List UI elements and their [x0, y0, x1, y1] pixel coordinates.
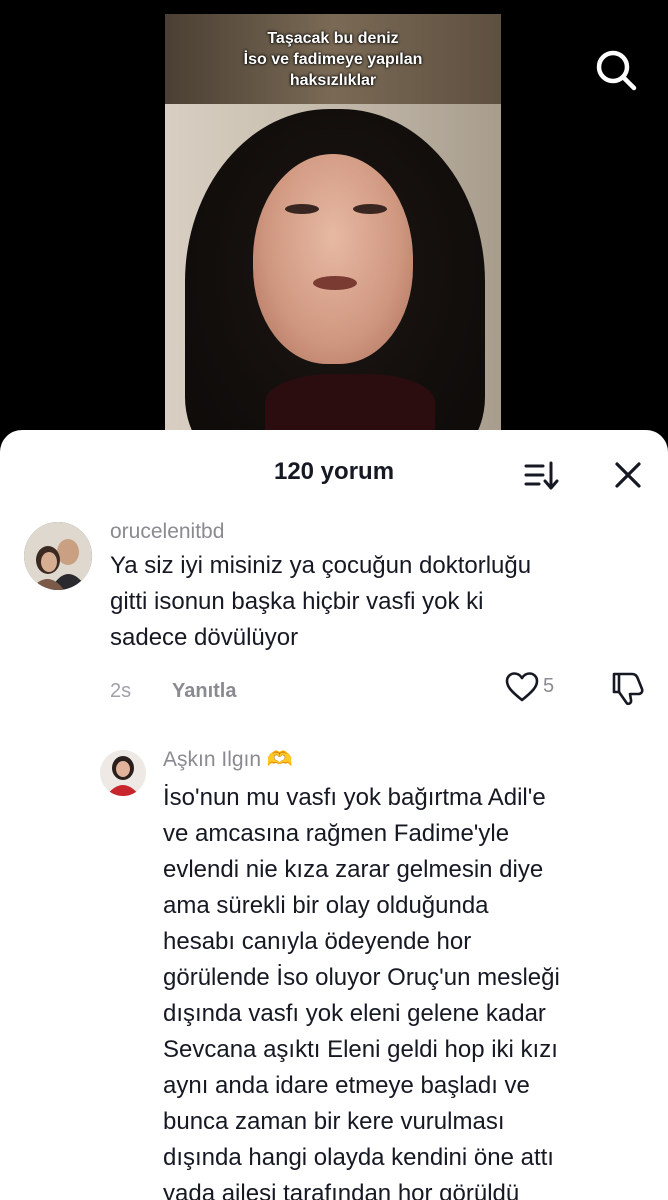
comment-line: bunca zaman bir kere vurulması: [163, 1108, 505, 1135]
search-icon: [596, 50, 637, 91]
comment-username[interactable]: orucelenitbd: [110, 520, 224, 544]
video-player[interactable]: Taşacak bu deniz İso ve fadimeye yapılan…: [165, 14, 501, 444]
comment-line: ve amcasına rağmen Fadime'yle: [163, 820, 510, 847]
avatar-image: [100, 750, 146, 796]
heart-icon[interactable]: [504, 670, 540, 704]
avatar-image: [24, 522, 92, 590]
comment-line: Ya siz iyi misiniz ya çocuğun doktorluğu: [110, 552, 532, 579]
video-caption-line: haksızlıklar: [289, 72, 377, 89]
comment-line: gitti isonun başka hiçbir vasfi yok ki: [110, 588, 484, 615]
comments-sheet: 120 yorum orucelenitbd Ya siz iyi misini…: [0, 430, 668, 1200]
comment-line: evlendi nie kıza zarar gelmesin diye: [163, 856, 544, 883]
sort-button[interactable]: [521, 458, 561, 494]
comment-line: ama sürekli bir olay olduğunda: [163, 892, 489, 919]
avatar[interactable]: [100, 750, 146, 796]
comment-line: yada ailesi tarafından hor görüldü: [163, 1180, 520, 1200]
comment-username[interactable]: Aşkın Ilgın 🫶: [163, 748, 293, 772]
search-button[interactable]: [592, 46, 640, 94]
comment-line: dışında hangi olayda kendini öne attı: [163, 1144, 554, 1171]
thumbs-down-icon[interactable]: [610, 668, 646, 706]
comment-text: Ya siz iyi misiniz ya çocuğun doktorluğu…: [110, 548, 531, 656]
comment-line: sadece dövülüyor: [110, 624, 299, 651]
comments-count-title: 120 yorum: [273, 458, 395, 485]
comment-line: görülende İso oluyor Oruç'un mesleği: [163, 964, 560, 991]
close-button[interactable]: [608, 458, 648, 494]
video-caption-line: Taşacak bu deniz: [267, 30, 399, 47]
like-count: 5: [543, 675, 555, 697]
comment-line: aynı anda idare etmeye başladı ve: [163, 1072, 530, 1099]
avatar[interactable]: [24, 522, 92, 590]
comment-line: hesabı canıyla ödeyende hor: [163, 928, 472, 955]
video-caption-line: İso ve fadimeye yapılan: [243, 51, 423, 68]
status-bar: [0, 0, 668, 14]
close-icon: [615, 462, 641, 488]
comment-line: Sevcana aşıktı Eleni geldi hop iki kızı: [163, 1036, 558, 1063]
video-person-eye: [353, 204, 387, 214]
video-person-eye: [285, 204, 319, 214]
comment-text: İso'nun mu vasfı yok bağırtma Adil'e ve …: [163, 780, 560, 1200]
comment-line: İso'nun mu vasfı yok bağırtma Adil'e: [163, 784, 546, 811]
comment-time: 2s: [110, 680, 132, 702]
reply-button[interactable]: Yanıtla: [172, 680, 236, 703]
video-person-face: [253, 154, 413, 364]
sort-icon: [524, 461, 559, 490]
video-person-mouth: [313, 276, 357, 290]
comment-line: dışında vasfı yok eleni gelene kadar: [163, 1000, 546, 1027]
video-caption: Taşacak bu deniz İso ve fadimeye yapılan…: [165, 28, 501, 91]
